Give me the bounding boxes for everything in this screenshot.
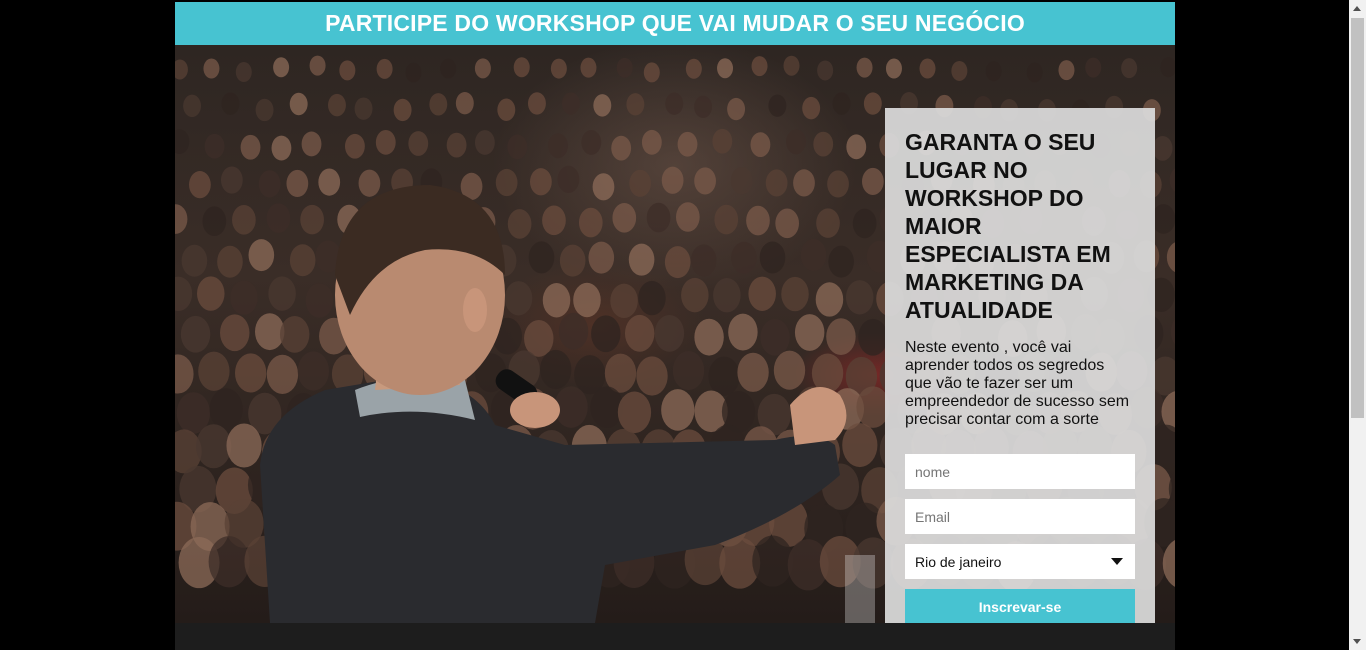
city-select-value: Rio de janeiro bbox=[915, 553, 1002, 570]
hero-image: GARANTA O SEU LUGAR NO WORKSHOP DO MAIOR… bbox=[175, 45, 1175, 623]
banner-title: PARTICIPE DO WORKSHOP QUE VAI MUDAR O SE… bbox=[325, 10, 1025, 36]
subscribe-button[interactable]: Inscrevar-se bbox=[905, 589, 1135, 623]
scroll-up-icon[interactable] bbox=[1353, 6, 1361, 11]
email-field[interactable] bbox=[905, 499, 1135, 534]
page-scrollbar[interactable] bbox=[1349, 0, 1366, 650]
scroll-down-icon[interactable] bbox=[1353, 639, 1361, 644]
signup-description: Neste evento , você vai aprender todos o… bbox=[905, 339, 1130, 428]
top-banner: PARTICIPE DO WORKSHOP QUE VAI MUDAR O SE… bbox=[175, 2, 1175, 45]
city-select[interactable]: Rio de janeiro bbox=[905, 544, 1135, 579]
name-field[interactable] bbox=[905, 454, 1135, 489]
subscribe-button-label: Inscrevar-se bbox=[978, 598, 1062, 615]
signup-heading: GARANTA O SEU LUGAR NO WORKSHOP DO MAIOR… bbox=[905, 129, 1111, 323]
scrollbar-thumb[interactable] bbox=[1351, 18, 1364, 418]
caret-down-icon bbox=[1111, 558, 1123, 565]
signup-card: GARANTA O SEU LUGAR NO WORKSHOP DO MAIOR… bbox=[885, 108, 1155, 623]
landing-page: PARTICIPE DO WORKSHOP QUE VAI MUDAR O SE… bbox=[175, 2, 1175, 650]
